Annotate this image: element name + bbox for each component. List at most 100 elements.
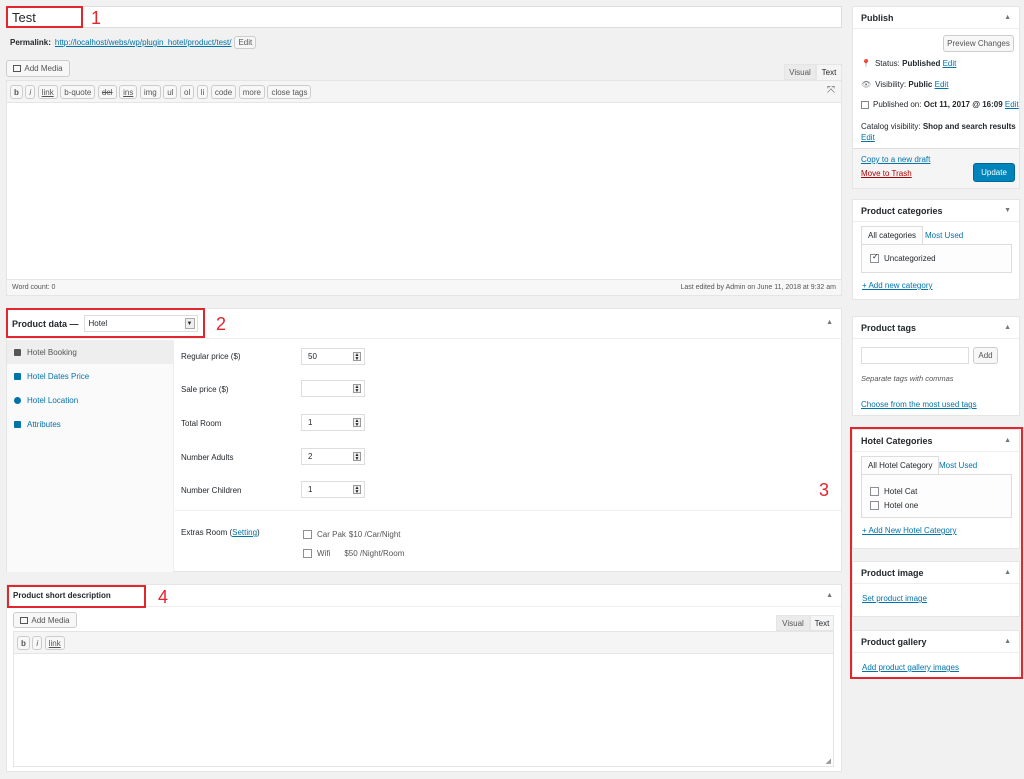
collapse-arrow-icon[interactable]: ▼ <box>1004 207 1011 214</box>
published-edit-link[interactable]: Edit <box>1005 100 1019 109</box>
spinner-icon[interactable]: ▲ ▼ <box>353 384 361 394</box>
add-media-button[interactable]: Add Media <box>6 60 70 77</box>
short-desc-add-media-label: Add Media <box>31 615 70 625</box>
short-desc-textarea[interactable]: ◢ <box>14 654 833 766</box>
spinner-icon[interactable]: ▲ ▼ <box>353 485 361 495</box>
resize-handle-icon[interactable]: ◢ <box>826 757 831 765</box>
short-desc-add-media-button[interactable]: Add Media <box>13 612 77 628</box>
tags-hint: Separate tags with commas <box>861 374 954 383</box>
quicktag-ul[interactable]: ul <box>163 85 178 99</box>
short-quicktag-b[interactable]: b <box>17 636 30 650</box>
categories-tab-all[interactable]: All categories <box>861 226 924 244</box>
status-edit-link[interactable]: Edit <box>943 59 957 68</box>
regular-price-label: Regular price ($) <box>181 352 241 361</box>
product-data-tabs: Hotel Booking Hotel Dates Price Hotel Lo… <box>7 340 174 572</box>
visibility-row: 👁 Visibility: Public Edit <box>861 80 948 89</box>
categories-list: ✓ Uncategorized <box>861 244 1012 273</box>
wifi-price: $50 /Night/Room <box>344 549 405 558</box>
quicktag-li[interactable]: li <box>196 85 209 99</box>
quicktag-close-tags[interactable]: close tags <box>267 85 312 99</box>
tab-attributes[interactable]: Attributes <box>7 412 174 436</box>
short-desc-quicktags: b i link <box>14 632 833 654</box>
product-tags-box: Product tags ▲ Add Separate tags with co… <box>852 316 1020 416</box>
tab-hotel-booking[interactable]: Hotel Booking <box>7 340 174 364</box>
permalink-link[interactable]: http://localhost/webs/wp/plugin_hotel/pr… <box>55 38 232 47</box>
add-media-label: Add Media <box>24 64 63 73</box>
total-room-label: Total Room <box>181 419 222 428</box>
publish-actions: Copy to a new draft Move to Trash Update <box>853 148 1019 188</box>
number-adults-input[interactable]: 2 ▲ ▼ <box>301 448 365 465</box>
add-new-category-link[interactable]: + Add new category <box>862 281 933 290</box>
annotation-number-1: 1 <box>91 8 102 28</box>
add-tag-button[interactable]: Add <box>973 347 998 364</box>
annotation-box-3 <box>850 427 1023 679</box>
quicktag-more[interactable]: more <box>238 85 265 99</box>
published-row: Published on: Oct 11, 2017 @ 16:09 Edit <box>861 100 1019 109</box>
quicktag-bquote[interactable]: b-quote <box>60 85 96 99</box>
short-desc-tab-text-label: Text <box>814 618 830 628</box>
update-button[interactable]: Update <box>973 163 1015 182</box>
title-input[interactable]: Test <box>6 6 842 28</box>
categories-tab-most-used[interactable]: Most Used <box>919 226 969 244</box>
tags-input[interactable] <box>861 347 969 364</box>
collapse-arrow-icon[interactable]: ▲ <box>826 319 833 326</box>
spinner-icon[interactable]: ▲ ▼ <box>353 352 361 362</box>
extras-setting-link[interactable]: Setting <box>232 528 257 537</box>
extras-divider <box>175 510 841 511</box>
tab-hotel-location[interactable]: Hotel Location <box>7 388 174 412</box>
tab-attributes-label: Attributes <box>27 419 61 429</box>
spinner-icon[interactable]: ▲ ▼ <box>353 418 361 428</box>
number-children-input[interactable]: 1 ▲ ▼ <box>301 481 365 498</box>
extras-room-label: Extras Room (Setting) <box>181 528 260 537</box>
extra-wifi[interactable]: Wifi $50 /Night/Room <box>303 549 404 558</box>
short-desc-tab-visual[interactable]: Visual <box>776 615 810 631</box>
spinner-icon[interactable]: ▲ ▼ <box>353 452 361 462</box>
preview-changes-button[interactable]: Preview Changes <box>943 35 1014 52</box>
car-pak-checkbox[interactable] <box>303 530 312 539</box>
sale-price-label: Sale price ($) <box>181 385 229 394</box>
visibility-edit-link[interactable]: Edit <box>935 80 949 89</box>
status-value: Published <box>902 59 941 68</box>
short-quicktag-i[interactable]: i <box>32 636 43 650</box>
sale-price-input[interactable]: ▲ ▼ <box>301 380 365 397</box>
editor-textarea[interactable] <box>7 103 841 280</box>
choose-most-used-tags-link[interactable]: Choose from the most used tags <box>861 400 977 409</box>
collapse-arrow-icon[interactable]: ▲ <box>1004 324 1011 331</box>
quicktag-del[interactable]: del <box>97 85 117 99</box>
quicktag-ins[interactable]: ins <box>119 85 138 99</box>
permalink-edit-button[interactable]: Edit <box>234 36 257 49</box>
tab-visual-label: Visual <box>789 67 811 77</box>
annotation-number-2: 2 <box>216 314 227 334</box>
quicktag-img[interactable]: img <box>139 85 161 99</box>
car-pak-name: Car Pak <box>317 530 346 539</box>
published-label: Published on: <box>873 100 922 109</box>
tab-hotel-dates-price[interactable]: Hotel Dates Price <box>7 364 174 388</box>
catalog-edit-link[interactable]: Edit <box>861 133 875 142</box>
extra-car-pak[interactable]: Car Pak $10 /Car/Night <box>303 530 401 539</box>
quicktag-b[interactable]: b <box>10 85 23 99</box>
regular-price-input[interactable]: 50 ▲ ▼ <box>301 348 365 365</box>
calendar-icon <box>14 372 21 380</box>
media-icon <box>13 65 22 72</box>
total-room-input[interactable]: 1 ▲ ▼ <box>301 414 365 431</box>
quicktag-link[interactable]: link <box>37 85 58 99</box>
car-pak-price: $10 /Car/Night <box>348 530 401 539</box>
move-to-trash-link[interactable]: Move to Trash <box>861 169 912 178</box>
quicktag-i[interactable]: i <box>25 85 36 99</box>
media-icon <box>20 616 29 624</box>
quicktag-code[interactable]: code <box>210 85 237 99</box>
wifi-checkbox[interactable] <box>303 549 312 558</box>
tab-text[interactable]: Text <box>816 64 842 80</box>
uncategorized-checkbox[interactable]: ✓ <box>870 252 879 263</box>
short-desc-tab-text[interactable]: Text <box>810 615 834 631</box>
fullscreen-icon[interactable]: ⤧ <box>827 85 835 96</box>
product-tags-header: Product tags ▲ <box>853 317 1019 339</box>
quicktag-ol[interactable]: ol <box>180 85 195 99</box>
collapse-arrow-icon[interactable]: ▲ <box>1004 14 1011 21</box>
collapse-arrow-icon[interactable]: ▲ <box>826 592 833 599</box>
tab-visual[interactable]: Visual <box>784 64 816 80</box>
table-icon <box>14 420 21 428</box>
tab-hotel-location-label: Hotel Location <box>27 395 79 405</box>
copy-draft-link[interactable]: Copy to a new draft <box>861 155 930 164</box>
short-quicktag-link[interactable]: link <box>44 636 65 650</box>
